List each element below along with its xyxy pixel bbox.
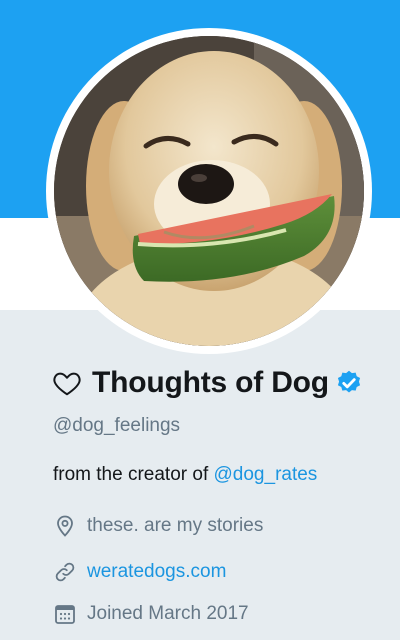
location-text: these. are my stories [87, 515, 264, 536]
display-name: Thoughts of Dog [92, 366, 329, 399]
joined-text: Joined March 2017 [87, 603, 249, 624]
website-link[interactable]: weratedogs.com [87, 561, 226, 583]
avatar[interactable] [46, 28, 372, 354]
avatar-image [54, 36, 364, 346]
profile-handle: @dog_feelings [53, 415, 181, 436]
calendar-icon [55, 605, 75, 624]
link-icon [55, 562, 75, 582]
verified-badge-icon [337, 370, 361, 393]
profile-website[interactable]: weratedogs.com [53, 560, 226, 584]
profile-joined-date: Joined March 2017 [53, 602, 249, 626]
profile-bio: from the creator of @dog_rates [53, 464, 317, 486]
bio-text: from the creator of [53, 464, 214, 485]
profile-name-row: Thoughts of Dog [52, 366, 363, 400]
profile-location: these. are my stories [53, 514, 263, 538]
heart-outline-icon [53, 372, 81, 396]
location-pin-icon [57, 515, 73, 537]
bio-mention-link[interactable]: @dog_rates [214, 464, 318, 485]
dog-photo [54, 36, 364, 346]
